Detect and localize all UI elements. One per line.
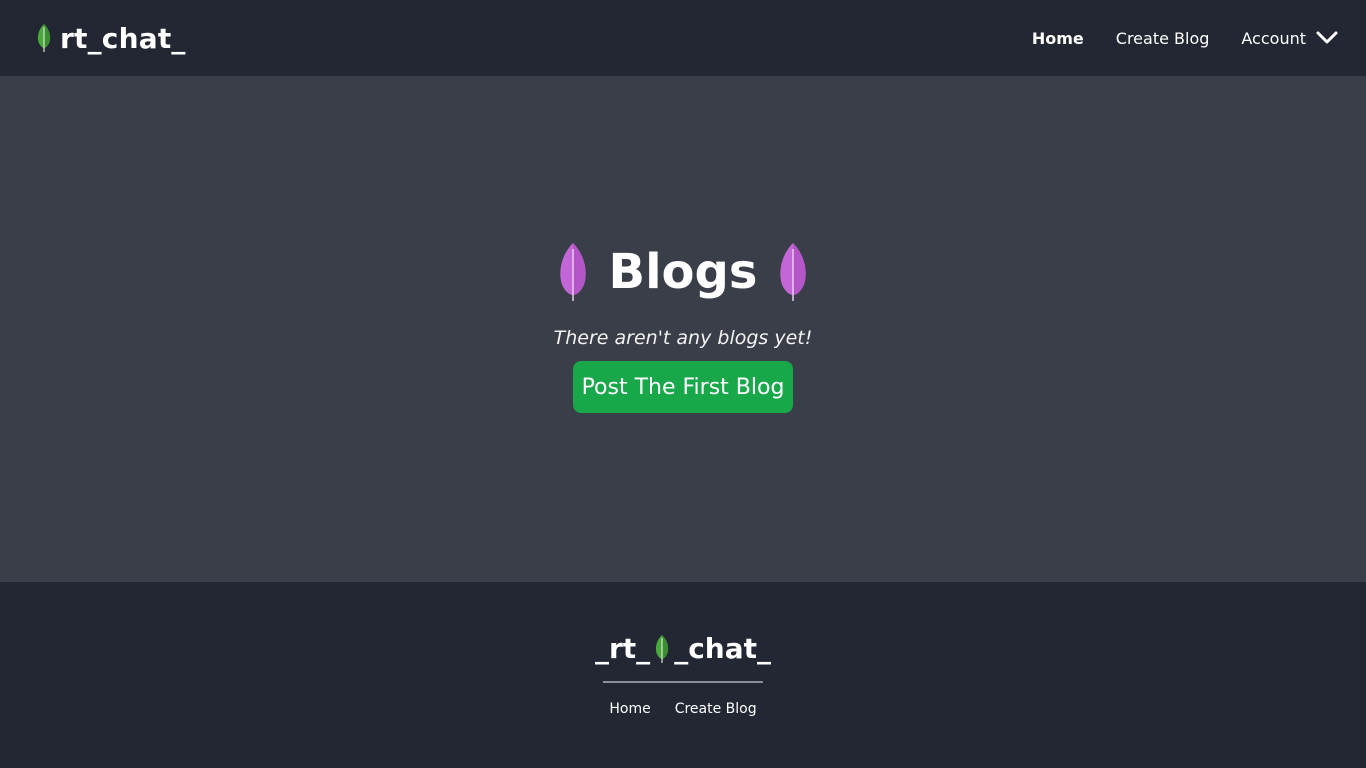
nav-home-link[interactable]: Home [1032, 29, 1084, 48]
footer-brand-prefix: _rt_ [594, 632, 651, 665]
footer-home-link[interactable]: Home [609, 701, 650, 717]
empty-state-message: There aren't any blogs yet! [553, 327, 813, 349]
footer-create-blog-link[interactable]: Create Blog [675, 701, 757, 717]
post-first-blog-button[interactable]: Post The First Blog [573, 361, 793, 413]
footer-brand: _rt_ _chat_ [595, 632, 771, 665]
footer-brand-suffix: _chat_ [674, 632, 771, 665]
footer: _rt_ _chat_ Home Create Blog [0, 582, 1366, 768]
leaf-icon [559, 243, 586, 301]
blogs-heading: Blogs [557, 241, 810, 303]
account-dropdown[interactable]: Account [1241, 29, 1338, 48]
footer-links: Home Create Blog [609, 701, 756, 717]
main-content: Blogs There aren't any blogs yet! Post T… [0, 76, 1366, 582]
nav-create-blog-link[interactable]: Create Blog [1116, 29, 1210, 48]
account-label: Account [1241, 28, 1306, 48]
leaf-icon [780, 243, 807, 301]
page-title: Blogs [608, 244, 758, 300]
chevron-down-icon [1316, 31, 1338, 44]
brand-logo-link[interactable]: rt_chat_ [36, 22, 186, 55]
nav-links: Home Create Blog Account [1032, 29, 1338, 48]
brand-name: rt_chat_ [60, 21, 186, 55]
leaf-icon [37, 24, 51, 52]
footer-divider [603, 681, 763, 683]
leaf-icon [656, 634, 669, 663]
navbar: rt_chat_ Home Create Blog Account [0, 0, 1366, 76]
